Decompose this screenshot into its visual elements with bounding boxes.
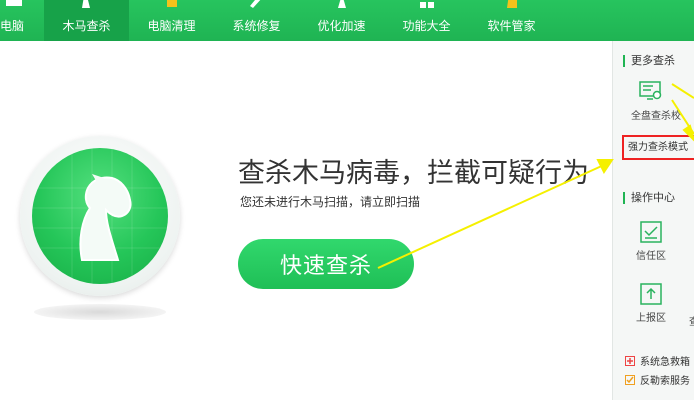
report-zone-label: 上报区: [636, 313, 666, 324]
broom-icon: [166, 0, 177, 7]
custom-scan-button[interactable]: 校: [671, 107, 691, 122]
nav-item-trojan-scan[interactable]: 木马查杀: [44, 0, 129, 41]
horse-icon: [81, 0, 90, 8]
more-scan-title: 更多查杀: [623, 55, 675, 67]
grid-icon: [419, 2, 434, 8]
strong-scan-mode-label: 强力查杀模式: [628, 142, 688, 153]
nav-label: 系统修复: [232, 19, 281, 33]
quick-scan-button[interactable]: 快速查杀: [238, 239, 414, 289]
top-nav: 电脑 木马查杀 电脑清理 系统修复 优化加速 功能大全 软件管家: [0, 0, 694, 41]
full-scan-label: 全盘查杀: [631, 111, 671, 122]
nav-label: 木马查杀: [62, 19, 111, 33]
nav-label: 优化加速: [317, 19, 366, 33]
scan-status-text: 您还未进行木马扫描，请立即扫描: [240, 195, 421, 209]
trojan-logo: [20, 136, 180, 336]
report-zone-button[interactable]: 上报区: [621, 283, 681, 324]
strong-scan-mode-link[interactable]: 强力查杀模式: [622, 135, 694, 160]
right-panel: 更多查杀 全盘查杀 校 强力查杀模式 操作中心 信任区 上报区 查: [612, 41, 694, 400]
rescue-toolbox-link[interactable]: 系统急救箱: [625, 353, 690, 368]
nav-item-repair[interactable]: 系统修复: [214, 0, 299, 41]
trust-zone-label: 信任区: [636, 251, 666, 262]
nav-item-cleanup[interactable]: 电脑清理: [129, 0, 214, 41]
anti-ransom-label: 反勒索服务: [640, 376, 690, 387]
monitor-search-icon: [639, 81, 662, 100]
ops-center-title: 操作中心: [623, 192, 675, 204]
nav-item-computer[interactable]: 电脑: [0, 0, 44, 41]
nav-item-features[interactable]: 功能大全: [384, 0, 469, 41]
page-title: 查杀木马病毒，拦截可疑行为: [238, 158, 589, 189]
computer-icon: [6, 0, 22, 6]
nav-label: 电脑清理: [147, 19, 196, 33]
anti-ransom-link[interactable]: 反勒索服务: [625, 372, 690, 387]
shield-check-icon: [640, 221, 662, 243]
nav-label: 软件管家: [487, 19, 536, 33]
plus-icon: [625, 355, 635, 366]
main-panel: 查杀木马病毒，拦截可疑行为 您还未进行木马扫描，请立即扫描 快速查杀: [0, 41, 612, 400]
custom-scan-label: 校: [671, 111, 681, 122]
nav-label: 电脑: [0, 19, 25, 33]
nav-item-software[interactable]: 软件管家: [469, 0, 554, 41]
more-ops-partial: 查: [689, 313, 694, 328]
logo-shadow: [34, 304, 166, 320]
horse-shield-icon: [32, 148, 168, 284]
rescue-toolbox-label: 系统急救箱: [640, 357, 690, 368]
nav-label: 功能大全: [402, 19, 451, 33]
trust-zone-button[interactable]: 信任区: [621, 221, 681, 262]
nav-item-speedup[interactable]: 优化加速: [299, 0, 384, 41]
rocket-icon: [337, 0, 346, 8]
check-icon: [625, 374, 635, 385]
bag-icon: [506, 0, 517, 8]
wrench-icon: [249, 0, 260, 8]
upload-icon: [640, 283, 662, 305]
